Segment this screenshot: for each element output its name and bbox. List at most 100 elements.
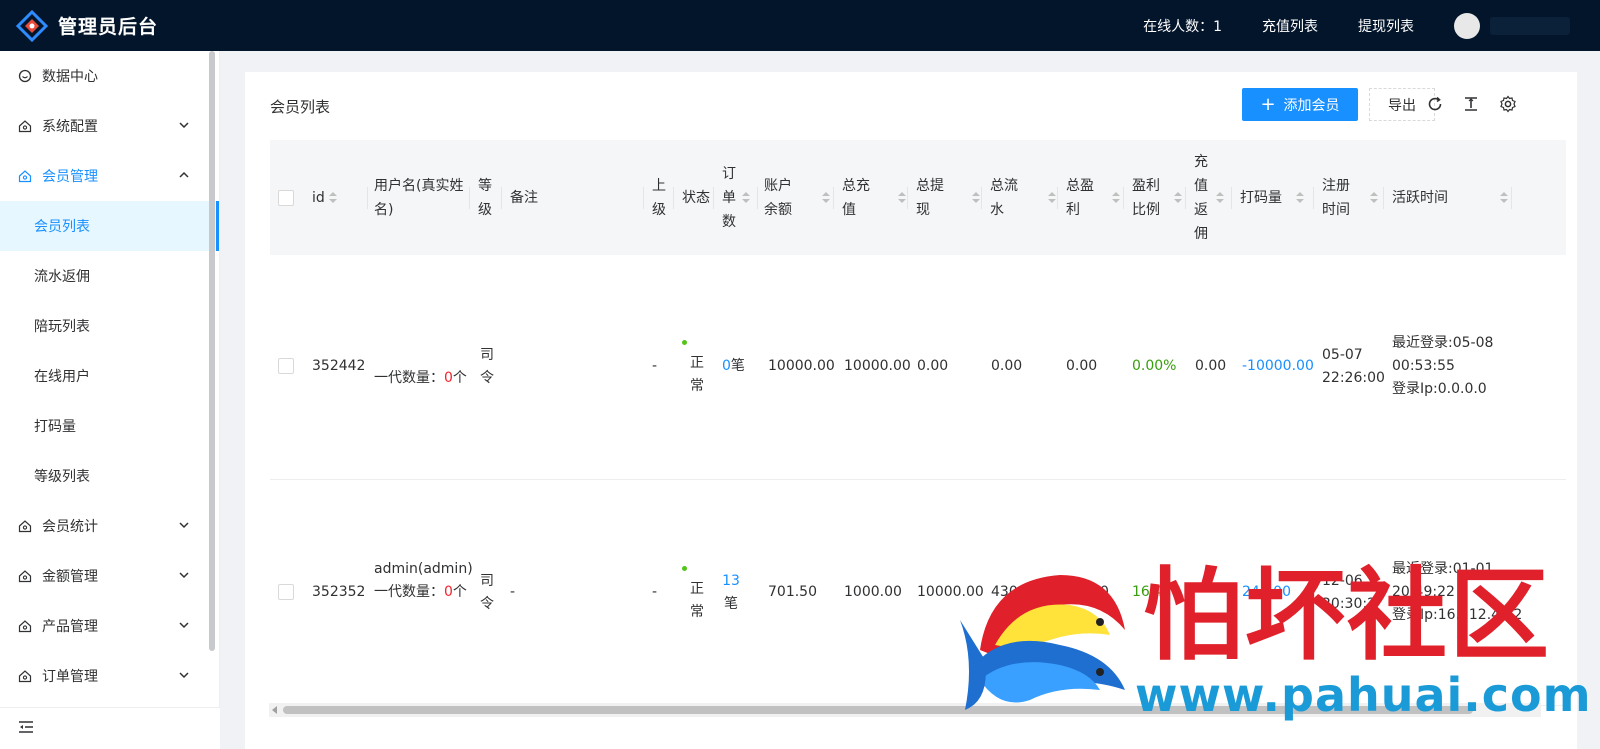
sub-count: 0 — [444, 584, 453, 600]
column-header-total-recharge[interactable]: 总充值 — [834, 140, 908, 255]
row-checkbox[interactable] — [278, 584, 294, 600]
cell-total-recharge: 10000.00 — [844, 358, 911, 374]
home-icon — [18, 669, 32, 683]
watermark-url: www.pahuai.com — [1135, 668, 1592, 722]
column-height-icon[interactable] — [1461, 94, 1481, 114]
column-header-orders[interactable]: 订单数 — [714, 140, 758, 255]
sub-count-unit: 个 — [452, 584, 467, 600]
sidebar-item-member-management[interactable]: 会员管理 — [0, 151, 219, 201]
cell-parent: - — [652, 584, 658, 600]
column-header-id[interactable]: id — [310, 140, 368, 255]
cell-orders: 0笔 — [722, 355, 745, 378]
sidebar-subitem-companion-list[interactable]: 陪玩列表 — [0, 301, 219, 351]
status-text: 正常 — [690, 581, 704, 620]
plus-icon: + — [1260, 93, 1276, 115]
watermark-text: 怕坏社区 — [1143, 556, 1551, 674]
add-member-button[interactable]: + 添加会员 — [1242, 88, 1358, 121]
header-label: 充值返佣 — [1194, 153, 1208, 242]
status-text: 正常 — [690, 355, 704, 394]
withdraw-list-link[interactable]: 提现列表 — [1358, 16, 1414, 36]
orders-count-link[interactable]: 0 — [722, 355, 731, 378]
cell-recharge-rebate: 0.00 — [1195, 358, 1227, 374]
cell-remark: - — [510, 584, 516, 600]
dashboard-icon — [18, 69, 32, 83]
home-icon — [18, 169, 32, 183]
cell-register-time: 05-07 22:26:00 — [1322, 344, 1385, 390]
column-header-register-time[interactable]: 注册时间 — [1314, 140, 1384, 255]
chevron-down-icon — [177, 118, 191, 132]
column-header-profit-ratio[interactable]: 盈利比例 — [1124, 140, 1186, 255]
sidebar-subitem-code-amount[interactable]: 打码量 — [0, 401, 219, 451]
sidebar-item-member-stats[interactable]: 会员统计 — [0, 501, 219, 551]
header-label: id — [312, 189, 325, 206]
chevron-down-icon — [177, 618, 191, 632]
sidebar-subitem-member-list[interactable]: 会员列表 — [0, 201, 219, 251]
header-label: 状态 — [682, 189, 710, 206]
sort-icon[interactable] — [742, 191, 750, 204]
column-header-total-flow[interactable]: 总流水 — [982, 140, 1058, 255]
home-icon — [18, 619, 32, 633]
last-login: 最近登录:05-08 — [1392, 335, 1494, 351]
sub-count-label: 一代数量： — [374, 584, 444, 600]
sidebar-item-order-management[interactable]: 订单管理 — [0, 651, 219, 701]
refresh-icon[interactable] — [1425, 94, 1445, 114]
sort-icon[interactable] — [1174, 191, 1182, 204]
column-header-total-withdraw[interactable]: 总提现 — [908, 140, 982, 255]
sidebar-item-system-config[interactable]: 系统配置 — [0, 101, 219, 151]
column-header-active-time[interactable]: 活跃时间 — [1384, 140, 1512, 255]
sort-icon[interactable] — [1216, 191, 1224, 204]
cell-username: admin(admin) 一代数量： 0 个 — [374, 558, 474, 604]
chevron-down-icon — [177, 568, 191, 582]
row-checkbox[interactable] — [278, 358, 294, 374]
sidebar-subitem-level-list[interactable]: 等级列表 — [0, 451, 219, 501]
sidebar-item-product-management[interactable]: 产品管理 — [0, 601, 219, 651]
select-all-checkbox[interactable] — [278, 189, 294, 206]
column-header-recharge-rebate[interactable]: 充值返佣 — [1186, 140, 1232, 255]
header-label: 总盈利 — [1066, 177, 1094, 218]
user-menu[interactable] — [1490, 16, 1570, 35]
scroll-left-arrow-icon[interactable] — [272, 706, 277, 714]
column-header-level: 等级 — [470, 140, 502, 255]
sidebar-subitem-flow-rebate[interactable]: 流水返佣 — [0, 251, 219, 301]
column-header-balance[interactable]: 账户余额 — [758, 140, 834, 255]
sidebar-item-data-center[interactable]: 数据中心 — [0, 51, 219, 101]
chevron-up-icon — [177, 168, 191, 182]
sort-icon[interactable] — [822, 191, 830, 204]
column-header-code-amount[interactable]: 打码量 — [1232, 140, 1314, 255]
orders-unit: 笔 — [730, 358, 745, 374]
avatar[interactable] — [1454, 12, 1480, 39]
cell-total-withdraw: 0.00 — [917, 358, 949, 374]
cell-total-flow: 0.00 — [991, 358, 1023, 374]
home-icon — [18, 569, 32, 583]
table-row[interactable]: 352442 一代数量： 0 个 司令 - 正常 0笔 10000.00 10000… — [270, 255, 1566, 480]
top-bar: 管理员后台 在线人数：1 充值列表 提现列表 — [0, 0, 1600, 51]
sort-icon[interactable] — [1296, 191, 1304, 204]
sidebar-collapse-button[interactable] — [0, 707, 220, 749]
settings-icon[interactable] — [1498, 94, 1518, 114]
sort-icon[interactable] — [1112, 191, 1120, 204]
chevron-down-icon — [177, 518, 191, 532]
sidebar-subitem-online-users[interactable]: 在线用户 — [0, 351, 219, 401]
sort-icon[interactable] — [1048, 191, 1056, 204]
sort-icon[interactable] — [1370, 191, 1378, 204]
cell-active-time: 最近登录:05-08 00:53:55 登录Ip:0.0.0.0 — [1392, 332, 1542, 401]
sub-count: 0 — [444, 370, 453, 386]
column-header-total-profit[interactable]: 总盈利 — [1058, 140, 1124, 255]
sidebar-item-amount-management[interactable]: 金额管理 — [0, 551, 219, 601]
sidebar-item-label: 数据中心 — [42, 69, 98, 85]
logo[interactable]: 管理员后台 — [0, 9, 220, 42]
page-title: 会员列表 — [270, 98, 331, 116]
orders-count-link[interactable]: 13 — [722, 570, 740, 593]
recharge-list-link[interactable]: 充值列表 — [1262, 16, 1318, 36]
cell-status: 正常 — [682, 566, 708, 636]
sort-icon[interactable] — [898, 191, 906, 204]
sort-icon[interactable] — [972, 191, 980, 204]
column-header-remark: 备注 — [502, 140, 644, 255]
login-ip: 登录Ip:0.0.0.0 — [1392, 381, 1487, 397]
username: admin(admin) — [374, 561, 473, 577]
cell-code-amount[interactable]: -10000.00 — [1242, 355, 1314, 378]
sort-icon[interactable] — [328, 191, 337, 204]
header-label: 盈利比例 — [1132, 177, 1160, 218]
sort-icon[interactable] — [1500, 191, 1508, 204]
sidebar-scrollbar[interactable] — [209, 51, 215, 651]
